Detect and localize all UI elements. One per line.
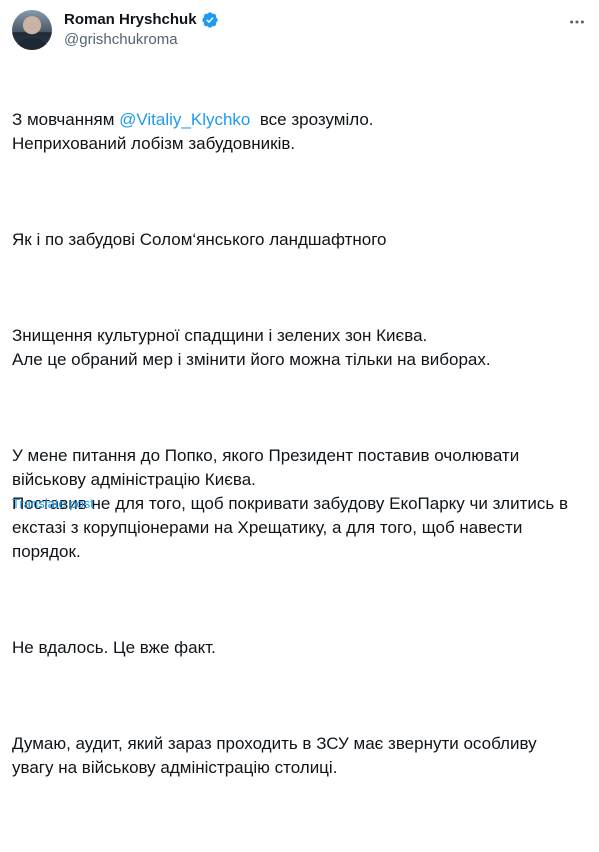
- avatar[interactable]: [12, 10, 52, 50]
- avatar-shoulders: [16, 38, 48, 50]
- tweet-header: Roman Hryshchuk @grishchukroma: [12, 8, 587, 52]
- tweet-paragraph-1: З мовчанням @Vitaliy_Klychko все зрозумі…: [12, 108, 582, 156]
- tweet-paragraph-3: Знищення культурної спадщини і зелених з…: [12, 326, 491, 369]
- tweet-paragraph-4: У мене питання до Попко, якого Президент…: [12, 446, 568, 561]
- paragraph-1-prefix: З мовчанням: [12, 110, 120, 129]
- more-options-icon[interactable]: [567, 12, 587, 32]
- tweet-text: З мовчанням @Vitaliy_Klychko все зрозумі…: [12, 60, 582, 852]
- author-display-name[interactable]: Roman Hryshchuk: [64, 10, 197, 30]
- tweet-paragraph-6: Думаю, аудит, який зараз проходить в ЗСУ…: [12, 734, 542, 777]
- tweet-paragraph-5: Не вдалось. Це вже факт.: [12, 638, 216, 657]
- author-info: Roman Hryshchuk @grishchukroma: [64, 10, 219, 50]
- mention-link[interactable]: @Vitaliy_Klychko: [119, 110, 250, 129]
- name-row: Roman Hryshchuk: [64, 10, 219, 30]
- verified-badge-icon[interactable]: [201, 11, 219, 29]
- tweet-card: Roman Hryshchuk @grishchukroma З мовчанн…: [0, 0, 599, 777]
- translate-post-link[interactable]: Translate post: [12, 495, 94, 513]
- tweet-paragraph-2: Як і по забудові Солом‘янського ландшафт…: [12, 230, 387, 249]
- author-handle[interactable]: @grishchukroma: [64, 30, 219, 50]
